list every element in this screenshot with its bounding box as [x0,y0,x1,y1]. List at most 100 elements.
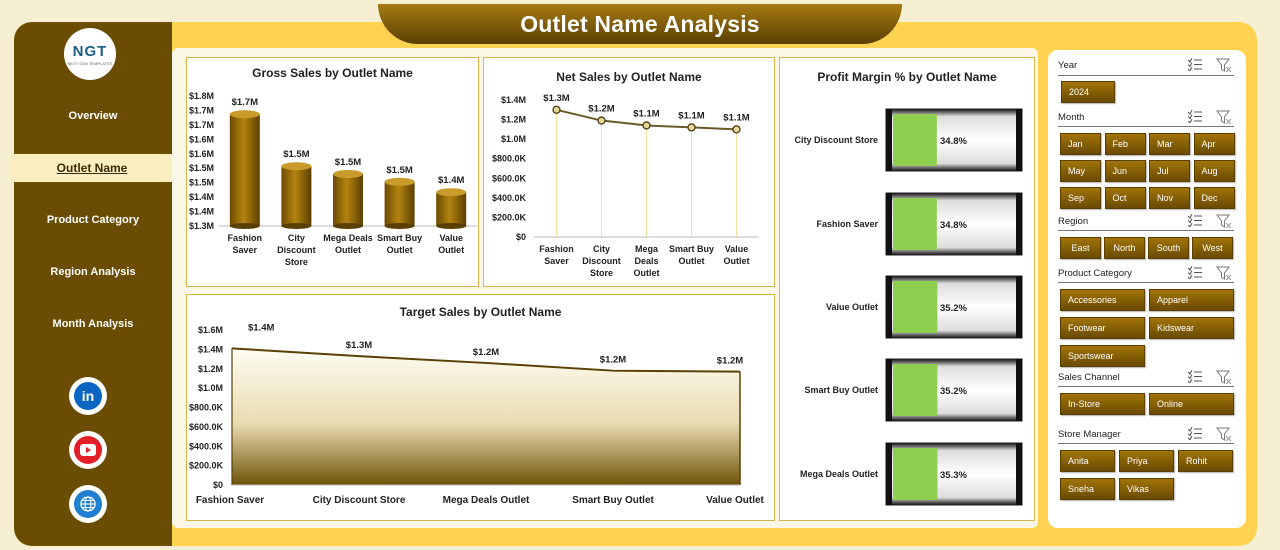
target-sales-panel: Target Sales by Outlet Name $0 $200.0K $40… [186,294,775,521]
slicer-region-south[interactable]: South [1148,237,1189,259]
margin-data-label: 34.8% [940,220,967,231]
slicer-month-sep[interactable]: Sep [1060,187,1101,209]
net-point [597,116,606,125]
clear-filter-icon[interactable] [1216,110,1232,124]
slicer-month-apr[interactable]: Apr [1193,133,1235,155]
target-y-tick: $1.2M [198,364,223,374]
gross-bar-top [333,170,363,178]
slicer-region-north[interactable]: North [1104,237,1145,259]
slicer-month-aug[interactable]: Aug [1193,160,1235,182]
target-y-tick: $1.4M [198,344,223,354]
slicer-channel-online[interactable]: Online [1149,393,1234,415]
gross-data-label: $1.5M [335,157,361,168]
slicer-manager-rohit[interactable]: Rohit [1178,450,1233,472]
website-button[interactable] [69,485,107,523]
target-y-tick: $1.0M [198,383,223,393]
margin-bar-fill [893,198,937,250]
gross-y-tick: $1.3M [189,221,214,231]
page-title: Outlet Name Analysis [520,10,760,37]
gross-y-tick: $1.6M [189,134,214,144]
profit-margin-panel: Profit Margin % by Outlet Name 34.8% City… [779,57,1035,521]
multi-select-icon[interactable] [1188,58,1202,71]
slicer-sales-channel-label: Sales Channel [1058,372,1120,383]
nav-month-analysis[interactable]: Month Analysis [14,318,172,330]
clear-filter-icon[interactable] [1216,266,1232,280]
linkedin-button[interactable]: in [69,377,107,415]
gross-bar [436,192,467,226]
multi-select-icon[interactable] [1188,266,1202,279]
multi-select-icon[interactable] [1188,110,1202,123]
gross-y-tick: $1.5M [189,163,214,173]
gross-category-label: Discount [277,245,316,255]
gross-y-tick: $1.6M [189,149,214,159]
clear-filter-icon[interactable] [1216,427,1232,441]
slicer-month-oct[interactable]: Oct [1104,187,1146,209]
slicer-month-jun[interactable]: Jun [1104,160,1146,182]
gross-sales-chart: $1.3M $1.4M $1.4M $1.5M $1.5M $1.6M $1.6M $1.7M… [189,91,477,267]
margin-bar-cap [886,193,892,255]
nav-region-analysis[interactable]: Region Analysis [14,266,172,278]
slicer-category-apparel[interactable]: Apparel [1149,289,1234,311]
gross-category-label: Saver [233,245,258,255]
margin-data-label: 35.3% [940,470,967,481]
clear-filter-icon[interactable] [1216,58,1232,72]
slicer-month-feb[interactable]: Feb [1104,133,1146,155]
slicer-category-sportswear[interactable]: Sportswear [1060,345,1145,367]
slicer-year-2024[interactable]: 2024 [1061,81,1115,103]
target-sales-chart: $0 $200.0K $400.0K $600.0K $800.0K $1.0M $1.2M… [189,322,765,506]
margin-bar-cap [886,359,892,421]
gross-bar-base [384,223,415,229]
gross-bar-base [229,223,260,229]
clear-filter-icon[interactable] [1216,370,1232,384]
target-y-tick: $800.0K [189,403,224,413]
slicer-channel-in-store[interactable]: In-Store [1060,393,1145,415]
net-category-label: Value [725,244,749,254]
slicer-month-jul[interactable]: Jul [1149,160,1190,182]
gross-category-label: Value [439,233,463,243]
slicer-category-kidswear[interactable]: Kidswear [1149,317,1234,339]
youtube-icon [74,436,102,464]
gross-category-label: Store [285,257,308,267]
slicer-manager-sneha[interactable]: Sneha [1060,478,1115,500]
nav-overview[interactable]: Overview [14,110,172,122]
slicer-region-label: Region [1058,216,1089,227]
multi-select-icon[interactable] [1188,427,1202,440]
slicer-month-jan[interactable]: Jan [1060,133,1101,155]
gross-bar-top [281,162,312,171]
multi-select-icon[interactable] [1188,214,1202,227]
gross-sales-panel: Gross Sales by Outlet Name $1.3M $1.4M $1.… [186,57,479,287]
slicer-category-accessories[interactable]: Accessories [1060,289,1145,311]
slicer-month-nov[interactable]: Nov [1149,187,1190,209]
slicer-manager-anita[interactable]: Anita [1060,450,1115,472]
nav-product-category[interactable]: Product Category [14,214,172,226]
net-y-tick: $1.4M [501,95,526,105]
target-data-label: $1.2M [473,347,499,358]
slicer-manager-vikas[interactable]: Vikas [1119,478,1174,500]
youtube-button[interactable] [69,431,107,469]
slicer-region-west[interactable]: West [1192,237,1233,259]
margin-bar-fill [893,364,938,416]
net-y-tick: $400.0K [492,193,527,203]
gross-data-label: $1.4M [438,175,464,186]
multi-select-icon[interactable] [1188,370,1202,383]
margin-bar-cap [886,109,892,171]
margin-bar-cap [1016,193,1022,255]
target-category-label: Fashion Saver [196,495,264,506]
slicer-category-footwear[interactable]: Footwear [1060,317,1145,339]
net-category-label: Outlet [679,256,705,266]
slicer-manager-priya[interactable]: Priya [1119,450,1174,472]
gross-bar-base [436,223,467,229]
gross-data-label: $1.5M [283,149,309,160]
nav-outlet-name[interactable]: Outlet Name [10,154,174,182]
gross-bar-top [384,177,415,186]
slicer-month-dec[interactable]: Dec [1193,187,1235,209]
slicer-month-mar[interactable]: Mar [1149,133,1190,155]
margin-bar-cap [886,443,892,505]
slicer-month-may[interactable]: May [1060,160,1101,182]
gross-bar [333,174,363,226]
net-category-label: Smart Buy [669,244,714,254]
net-data-label: $1.2M [588,104,614,115]
slicer-region-east[interactable]: East [1060,237,1101,259]
margin-bar-fill [893,448,938,500]
clear-filter-icon[interactable] [1216,214,1232,228]
